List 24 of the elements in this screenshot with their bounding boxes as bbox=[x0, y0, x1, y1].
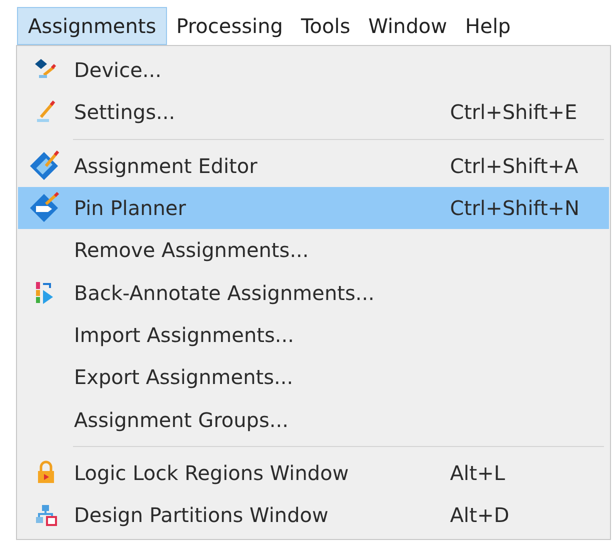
menu-title[interactable]: Tools bbox=[292, 7, 360, 45]
menu-item[interactable]: Assignment Groups... bbox=[18, 398, 609, 441]
editor-icon bbox=[30, 150, 62, 182]
menu-item[interactable]: Design Partitions Window Alt+D bbox=[18, 494, 609, 536]
menu-item[interactable]: Device... bbox=[18, 49, 609, 92]
menu-item[interactable]: Remove Assignments... bbox=[18, 229, 609, 272]
menu-item[interactable]: Assignment Editor Ctrl+Shift+A bbox=[18, 144, 609, 187]
hierarchy-icon bbox=[33, 502, 59, 528]
shortcut-label: Ctrl+Shift+E bbox=[450, 99, 578, 126]
menu-item[interactable]: Import Assignments... bbox=[18, 314, 609, 356]
menu-title[interactable]: Processing bbox=[167, 7, 292, 45]
shortcut-label: Ctrl+Shift+N bbox=[450, 195, 580, 222]
menu-item[interactable]: Pin Planner Ctrl+Shift+N bbox=[18, 186, 609, 230]
menu-item[interactable]: Export Assignments... bbox=[18, 356, 609, 398]
menu-title[interactable]: Assignments bbox=[17, 7, 168, 45]
shortcut-label: Alt+L bbox=[450, 460, 505, 487]
menu-title[interactable]: Help bbox=[456, 7, 520, 45]
pin-planner-icon bbox=[30, 192, 62, 224]
shortcut-label: Ctrl+Shift+A bbox=[450, 152, 578, 180]
menu-item[interactable]: Back-Annotate Assignments... bbox=[18, 271, 609, 314]
menu-title[interactable]: Window bbox=[359, 7, 456, 45]
menu-item[interactable]: Logic Lock Regions Window Alt+L bbox=[18, 452, 609, 494]
menu-item[interactable]: Settings... Ctrl+Shift+E bbox=[18, 91, 609, 134]
shortcut-label: Alt+D bbox=[450, 502, 510, 530]
